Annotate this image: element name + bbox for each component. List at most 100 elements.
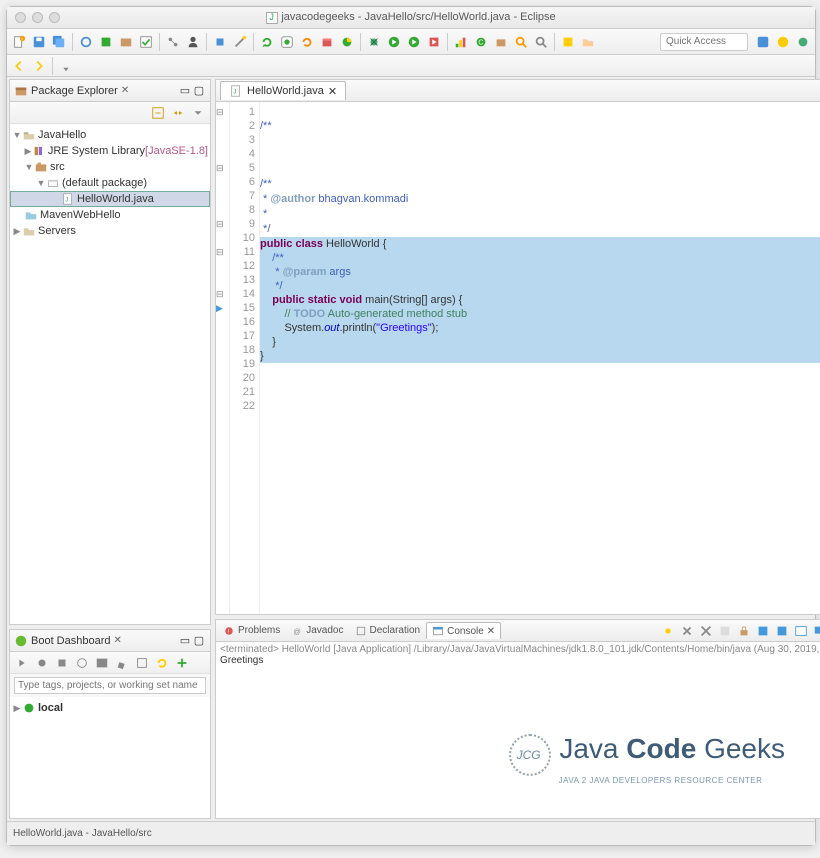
window-title: javacodegeeks - JavaHello/src/HelloWorld…: [281, 11, 555, 23]
java-file-icon: [266, 12, 278, 24]
checkbox-button[interactable]: [137, 33, 155, 51]
maximize-icon[interactable]: ▢: [192, 84, 206, 98]
svg-text:C: C: [478, 39, 483, 46]
refresh-button[interactable]: [258, 33, 276, 51]
save-all-button[interactable]: [50, 33, 68, 51]
view-menu-button[interactable]: [189, 104, 207, 122]
nav-toolbar: [7, 55, 815, 77]
stop-server-button[interactable]: [211, 33, 229, 51]
code-editor[interactable]: ⊟ ⊟ ⊟ ⊟ ⊟ ▶ 1234567891011121314151617181…: [216, 102, 820, 614]
java-file-node[interactable]: JHelloWorld.java: [10, 191, 210, 207]
connect-button[interactable]: [164, 33, 182, 51]
relaunch2-button[interactable]: [298, 33, 316, 51]
java-perspective-button[interactable]: [754, 33, 772, 51]
search-button[interactable]: [532, 33, 550, 51]
problems-tab[interactable]: !Problems: [218, 623, 285, 639]
src-node[interactable]: ▼src: [10, 159, 210, 175]
package-explorer-tab[interactable]: Package Explorer ✕ ▭ ▢: [10, 80, 210, 102]
link-editor-button[interactable]: [169, 104, 187, 122]
jre-node[interactable]: ▶JRE System Library [JavaSE-1.8]: [10, 143, 210, 159]
console-tab[interactable]: Console✕: [426, 622, 501, 639]
boot-globe-button[interactable]: [73, 654, 91, 672]
folder-button[interactable]: [579, 33, 597, 51]
external-tools-button[interactable]: [425, 33, 443, 51]
close-icon[interactable]: ✕: [114, 635, 122, 646]
boot-icon: [14, 634, 28, 648]
boot-filter-input[interactable]: [14, 677, 206, 694]
debug-perspective-button[interactable]: [794, 33, 812, 51]
forward-button[interactable]: [30, 57, 48, 75]
javadoc-tab[interactable]: @Javadoc: [286, 623, 348, 639]
package-node-icon: [46, 176, 60, 190]
boot-filter-button[interactable]: [133, 654, 151, 672]
console-showwhen-button[interactable]: [773, 622, 791, 640]
local-node[interactable]: ▶local: [10, 700, 210, 716]
src-folder-icon: [34, 160, 48, 174]
close-icon[interactable]: ✕: [121, 85, 129, 96]
maximize-icon[interactable]: ▢: [192, 634, 206, 648]
console-scroll-button[interactable]: [754, 622, 772, 640]
boot-stop-button[interactable]: [53, 654, 71, 672]
default-package-node[interactable]: ▼(default package): [10, 175, 210, 191]
java-file-icon: J: [229, 84, 243, 98]
minimize-icon[interactable]: ▭: [178, 634, 192, 648]
collapse-all-button[interactable]: [149, 104, 167, 122]
gift-button[interactable]: [318, 33, 336, 51]
maven-project-node[interactable]: MavenWebHello: [10, 207, 210, 223]
boot-dashboard-tab[interactable]: Boot Dashboard ✕ ▭ ▢: [10, 630, 210, 652]
boot-console-button[interactable]: [93, 654, 111, 672]
editor-tab[interactable]: J HelloWorld.java ✕: [220, 81, 346, 100]
close-icon[interactable]: ✕: [328, 85, 337, 98]
servers-node[interactable]: ▶Servers: [10, 223, 210, 239]
package-icon: [14, 84, 28, 98]
boot-debug-button[interactable]: [33, 654, 51, 672]
relaunch-button[interactable]: [278, 33, 296, 51]
project-node[interactable]: ▼JavaHello: [10, 127, 210, 143]
boot-edit-button[interactable]: [113, 654, 131, 672]
new-class-button[interactable]: C: [472, 33, 490, 51]
package-button[interactable]: [117, 33, 135, 51]
console-remove-button[interactable]: [678, 622, 696, 640]
boot-refresh-button[interactable]: [153, 654, 171, 672]
local-icon: [22, 701, 36, 715]
run-last-button[interactable]: [405, 33, 423, 51]
profile-button[interactable]: [452, 33, 470, 51]
console-open-button[interactable]: [792, 622, 810, 640]
console-display-button[interactable]: [811, 622, 820, 640]
javadoc-icon: @: [291, 625, 303, 637]
project-icon: [22, 128, 36, 142]
skip-breakpoints-button[interactable]: [77, 33, 95, 51]
debug-button[interactable]: [365, 33, 383, 51]
close-icon[interactable]: ✕: [487, 626, 495, 637]
console-output[interactable]: <terminated> HelloWorld [Java Applicatio…: [216, 642, 820, 818]
boot-start-button[interactable]: [13, 654, 31, 672]
wand-button[interactable]: [231, 33, 249, 51]
open-task-button[interactable]: [559, 33, 577, 51]
build-button[interactable]: [97, 33, 115, 51]
save-button[interactable]: [30, 33, 48, 51]
user-button[interactable]: [184, 33, 202, 51]
boot-add-button[interactable]: [173, 654, 191, 672]
new-button[interactable]: +: [10, 33, 28, 51]
console-pin-button[interactable]: [659, 622, 677, 640]
run-button[interactable]: [385, 33, 403, 51]
project-icon: [24, 208, 38, 222]
svg-text:+: +: [21, 36, 24, 41]
project-tree[interactable]: ▼JavaHello ▶JRE System Library [JavaSE-1…: [10, 124, 210, 624]
declaration-tab[interactable]: Declaration: [350, 623, 426, 639]
coverage-button[interactable]: [338, 33, 356, 51]
minimize-icon[interactable]: ▭: [178, 84, 192, 98]
jee-perspective-button[interactable]: [774, 33, 792, 51]
console-lock-button[interactable]: [735, 622, 753, 640]
open-type-button[interactable]: [512, 33, 530, 51]
titlebar: javacodegeeks - JavaHello/src/HelloWorld…: [7, 7, 815, 29]
console-removeall-button[interactable]: [697, 622, 715, 640]
console-clear-button[interactable]: [716, 622, 734, 640]
svg-text:@: @: [294, 627, 302, 636]
quick-access-input[interactable]: [660, 33, 748, 51]
svg-text:J: J: [65, 197, 68, 204]
pin-button[interactable]: [57, 57, 75, 75]
back-button[interactable]: [10, 57, 28, 75]
new-package-button[interactable]: [492, 33, 510, 51]
folder-icon: [22, 224, 36, 238]
